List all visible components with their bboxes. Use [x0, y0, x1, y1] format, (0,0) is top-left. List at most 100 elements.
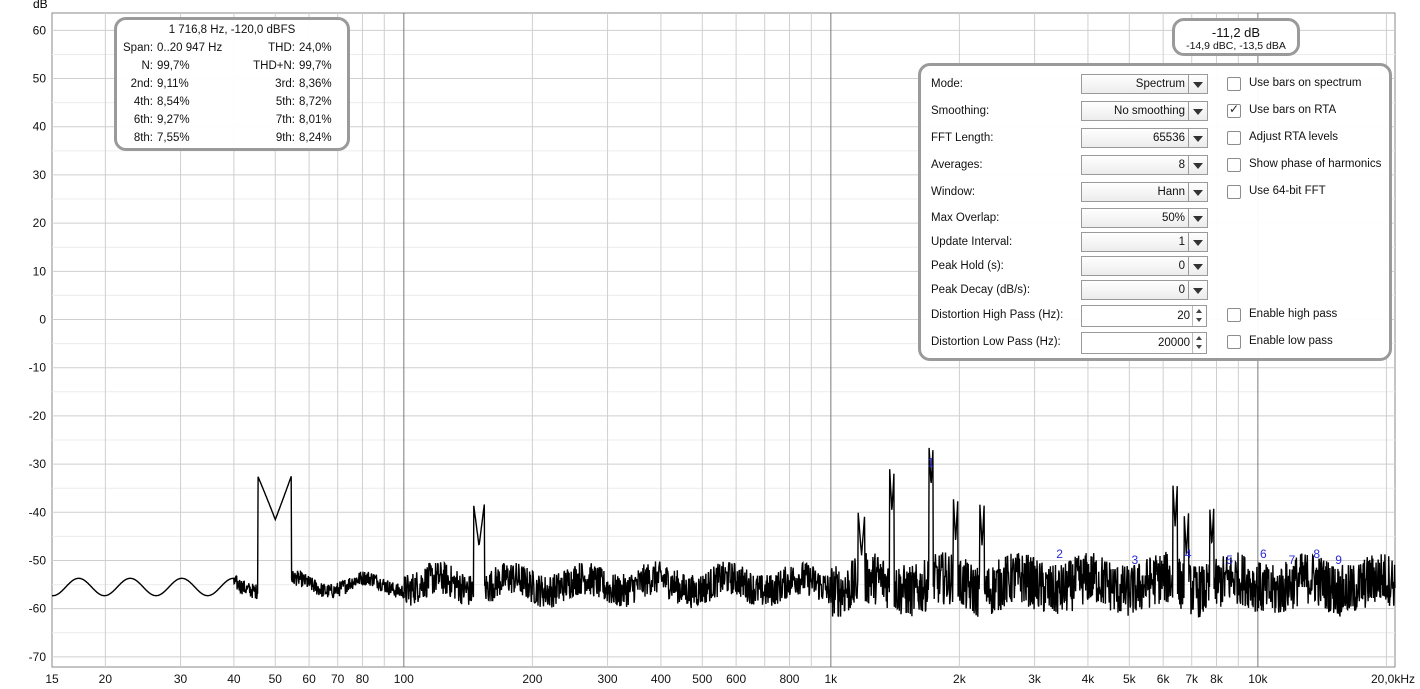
update-interval-select[interactable]: 1 — [1081, 232, 1208, 252]
use-64bit-fft-checkbox[interactable]: Use 64-bit FFT — [1227, 184, 1420, 202]
x-tick-label: 400 — [651, 672, 671, 686]
y-tick-label: 0 — [39, 313, 46, 327]
harmonic-9-label: 9th: — [275, 132, 295, 144]
distortion-readout-panel: 1 716,8 Hz, -120,0 dBFS Span: 0..20 947 … — [114, 17, 350, 151]
y-axis-ticks: 60 50 40 30 20 10 0 -10 -20 -30 -40 -50 -60 -70 — [29, 23, 47, 664]
x-tick-label: 8k — [1210, 672, 1224, 686]
harmonic-4-value: 8,54% — [157, 96, 190, 108]
harmonic-8-label: 8th: — [133, 132, 153, 144]
harmonic-marker-label: 2 — [1056, 547, 1063, 561]
y-tick-label: -70 — [29, 650, 47, 664]
harmonic-5-label: 5th: — [275, 96, 295, 108]
y-tick-label: 10 — [33, 264, 47, 278]
chevron-down-icon — [1188, 281, 1207, 299]
peak-decay-select[interactable]: 0 — [1081, 280, 1208, 300]
enable-high-pass-checkbox[interactable]: Enable high pass — [1227, 307, 1420, 325]
update-interval-label: Update Interval: — [931, 236, 1013, 248]
harmonic-3-value: 8,36% — [299, 78, 332, 90]
y-tick-label: 60 — [33, 23, 47, 37]
chevron-down-icon — [1188, 233, 1207, 251]
harmonic-7-value: 8,01% — [299, 114, 332, 126]
chevron-down-icon — [1188, 75, 1207, 93]
y-tick-label: -10 — [29, 361, 47, 375]
window-select[interactable]: Hann — [1081, 182, 1208, 202]
x-tick-label: 500 — [692, 672, 712, 686]
x-tick-label: 4k — [1082, 672, 1096, 686]
level-weighted: -14,9 dBC, -13,5 dBA — [1186, 40, 1286, 52]
low-pass-label: Distortion Low Pass (Hz): — [931, 336, 1061, 348]
x-tick-label: 80 — [356, 672, 370, 686]
x-tick-label: 15 — [45, 672, 59, 686]
thd-label: THD: — [268, 42, 295, 54]
x-tick-label: 60 — [302, 672, 316, 686]
thd-value: 24,0% — [299, 42, 332, 54]
window-row: Window: Hann Use 64-bit FFT — [931, 182, 1391, 204]
harmonic-2-label: 2nd: — [130, 78, 153, 90]
x-tick-label: 200 — [522, 672, 542, 686]
fft-length-select[interactable]: 65536 — [1081, 128, 1208, 148]
x-tick-label: 600 — [726, 672, 746, 686]
high-pass-stepper[interactable]: 20 — [1081, 305, 1207, 327]
fft-row: FFT Length: 65536 Adjust RTA levels — [931, 128, 1391, 150]
stepper-arrows-icon[interactable] — [1192, 306, 1206, 326]
mode-row: Mode: Spectrum Use bars on spectrum — [931, 74, 1391, 96]
smoothing-select[interactable]: No smoothing — [1081, 101, 1208, 121]
harmonic-8-value: 7,55% — [157, 132, 190, 144]
noise-label: N: — [141, 60, 154, 72]
x-tick-label: 50 — [269, 672, 283, 686]
x-tick-label: 5k — [1123, 672, 1137, 686]
x-tick-label: 70 — [331, 672, 345, 686]
y-tick-label: -60 — [29, 602, 47, 616]
x-tick-label: 20 — [99, 672, 113, 686]
harmonic-3-label: 3rd: — [275, 78, 295, 90]
peak-hold-label: Peak Hold (s): — [931, 260, 1004, 272]
harmonic-marker-label: 6 — [1260, 547, 1267, 561]
low-pass-stepper[interactable]: 20000 — [1081, 332, 1207, 354]
stepper-arrows-icon[interactable] — [1192, 333, 1206, 353]
x-tick-label: 10k — [1248, 672, 1268, 686]
harmonic-marker-label: 5 — [1226, 553, 1233, 567]
x-tick-label: 40 — [227, 672, 241, 686]
y-axis-unit: dB — [33, 0, 48, 11]
x-tick-label: 800 — [779, 672, 799, 686]
update-row: Update Interval: 1 — [931, 232, 1391, 254]
use-bars-rta-checkbox[interactable]: Use bars on RTA — [1227, 102, 1420, 121]
mode-select[interactable]: Spectrum — [1081, 74, 1208, 94]
window-label: Window: — [931, 186, 976, 198]
harmonic-4-label: 4th: — [133, 96, 153, 108]
harmonic-6-label: 6th: — [133, 114, 153, 126]
low-pass-row: Distortion Low Pass (Hz): 20000 Enable l… — [931, 332, 1391, 354]
y-tick-label: 40 — [33, 120, 47, 134]
overlap-row: Max Overlap: 50% — [931, 208, 1391, 230]
peak-hold-select[interactable]: 0 — [1081, 256, 1208, 276]
harmonic-marker-label: 7 — [1289, 553, 1296, 567]
harmonic-2-value: 9,11% — [157, 78, 189, 90]
overlap-label: Max Overlap: — [931, 212, 1000, 224]
chevron-down-icon — [1188, 156, 1207, 174]
distortion-header: 1 716,8 Hz, -120,0 dBFS — [168, 24, 296, 36]
chevron-down-icon — [1188, 209, 1207, 227]
y-tick-label: -40 — [29, 505, 47, 519]
y-tick-label: -50 — [29, 553, 47, 567]
harmonic-marker-label: 1 — [928, 456, 935, 470]
x-tick-label: 1k — [825, 672, 839, 686]
peak-decay-label: Peak Decay (dB/s): — [931, 284, 1031, 296]
averages-select[interactable]: 8 — [1081, 155, 1208, 175]
harmonic-6-value: 9,27% — [157, 114, 190, 126]
fft-label: FFT Length: — [931, 132, 994, 144]
noise-value: 99,7% — [157, 60, 190, 72]
harmonic-marker-label: 8 — [1313, 547, 1320, 561]
high-pass-label: Distortion High Pass (Hz): — [931, 309, 1064, 321]
x-tick-label: 6k — [1157, 672, 1171, 686]
x-tick-label: 3k — [1028, 672, 1042, 686]
mode-label: Mode: — [931, 78, 963, 90]
show-phase-checkbox[interactable]: Show phase of harmonics — [1227, 157, 1420, 175]
x-axis-ticks: 15 20 30 40 50 60 70 80 100 200 300 400 500 600 800 1k 2… — [45, 672, 1415, 686]
x-tick-label: 100 — [394, 672, 414, 686]
adjust-rta-checkbox[interactable]: Adjust RTA levels — [1227, 130, 1420, 148]
smoothing-row: Smoothing: No smoothing Use bars on RTA — [931, 101, 1391, 123]
max-overlap-select[interactable]: 50% — [1081, 208, 1208, 228]
enable-low-pass-checkbox[interactable]: Enable low pass — [1227, 334, 1420, 352]
harmonic-marker-label: 4 — [1185, 547, 1192, 561]
use-bars-spectrum-checkbox[interactable]: Use bars on spectrum — [1227, 76, 1420, 94]
